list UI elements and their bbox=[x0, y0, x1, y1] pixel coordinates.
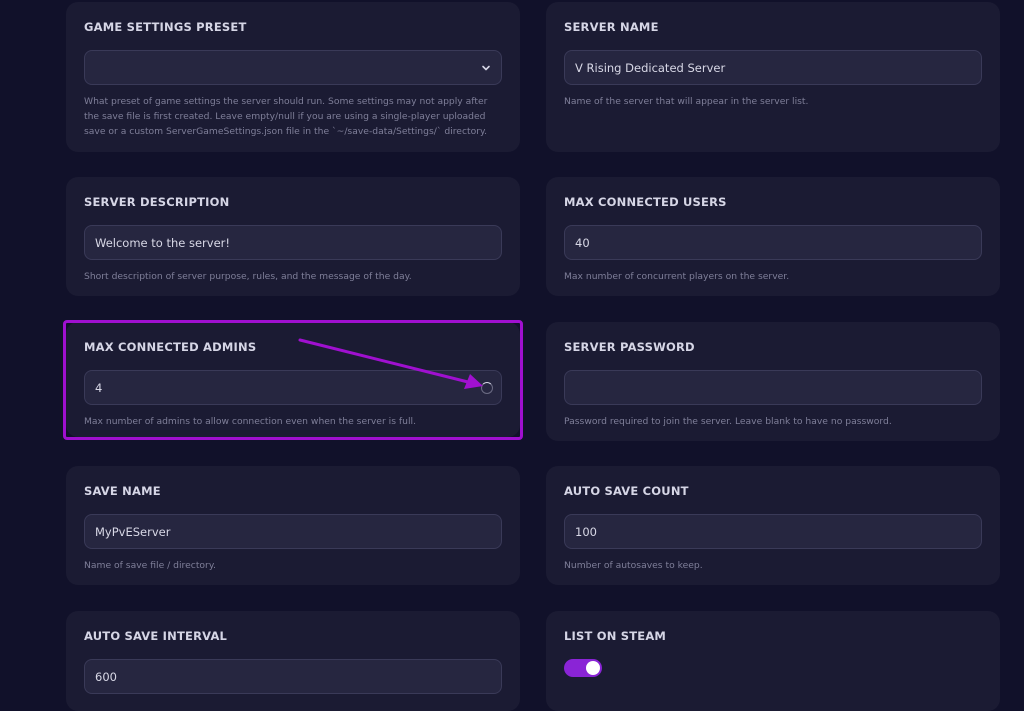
list-on-steam-card: LIST ON STEAM bbox=[546, 611, 1000, 711]
input-value: 4 bbox=[95, 380, 103, 395]
auto-save-interval-card: AUTO SAVE INTERVAL 600 bbox=[66, 611, 520, 711]
card-title: LIST ON STEAM bbox=[564, 629, 667, 643]
card-title: SAVE NAME bbox=[84, 484, 161, 498]
help-text: Max number of admins to allow connection… bbox=[84, 416, 417, 427]
chevron-down-icon bbox=[481, 62, 491, 76]
toggle-knob bbox=[586, 661, 600, 675]
max-connected-admins-card: MAX CONNECTED ADMINS 4 Max number of adm… bbox=[66, 322, 520, 437]
game-settings-preset-card: GAME SETTINGS PRESET What preset of game… bbox=[66, 2, 520, 152]
server-name-card: SERVER NAME V Rising Dedicated Server Na… bbox=[546, 2, 1000, 152]
help-text: Max number of concurrent players on the … bbox=[564, 271, 790, 282]
auto-save-count-input[interactable]: 100 bbox=[564, 514, 982, 549]
help-text: What preset of game settings the server … bbox=[84, 96, 488, 137]
card-title: MAX CONNECTED ADMINS bbox=[84, 340, 257, 354]
help-text: Short description of server purpose, rul… bbox=[84, 271, 412, 282]
max-connected-admins-input[interactable]: 4 bbox=[84, 370, 502, 405]
help-text: Password required to join the server. Le… bbox=[564, 416, 892, 427]
card-title: SERVER DESCRIPTION bbox=[84, 195, 230, 209]
game-settings-preset-select[interactable] bbox=[84, 50, 502, 85]
list-on-steam-toggle[interactable] bbox=[564, 659, 602, 677]
help-text: Number of autosaves to keep. bbox=[564, 560, 703, 571]
spinner-icon bbox=[481, 382, 493, 394]
card-title: AUTO SAVE INTERVAL bbox=[84, 629, 228, 643]
card-title: SERVER PASSWORD bbox=[564, 340, 695, 354]
server-description-card: SERVER DESCRIPTION Welcome to the server… bbox=[66, 177, 520, 296]
card-title: AUTO SAVE COUNT bbox=[564, 484, 689, 498]
server-name-input[interactable]: V Rising Dedicated Server bbox=[564, 50, 982, 85]
help-text: Name of the server that will appear in t… bbox=[564, 96, 809, 107]
help-text: Name of save file / directory. bbox=[84, 560, 216, 571]
save-name-card: SAVE NAME MyPvEServer Name of save file … bbox=[66, 466, 520, 585]
server-password-card: SERVER PASSWORD Password required to joi… bbox=[546, 322, 1000, 441]
auto-save-interval-input[interactable]: 600 bbox=[84, 659, 502, 694]
card-title: SERVER NAME bbox=[564, 20, 659, 34]
max-connected-users-card: MAX CONNECTED USERS 40 Max number of con… bbox=[546, 177, 1000, 296]
auto-save-count-card: AUTO SAVE COUNT 100 Number of autosaves … bbox=[546, 466, 1000, 585]
max-connected-users-input[interactable]: 40 bbox=[564, 225, 982, 260]
server-password-input[interactable] bbox=[564, 370, 982, 405]
card-title: MAX CONNECTED USERS bbox=[564, 195, 727, 209]
card-title: GAME SETTINGS PRESET bbox=[84, 20, 247, 34]
save-name-input[interactable]: MyPvEServer bbox=[84, 514, 502, 549]
server-description-input[interactable]: Welcome to the server! bbox=[84, 225, 502, 260]
